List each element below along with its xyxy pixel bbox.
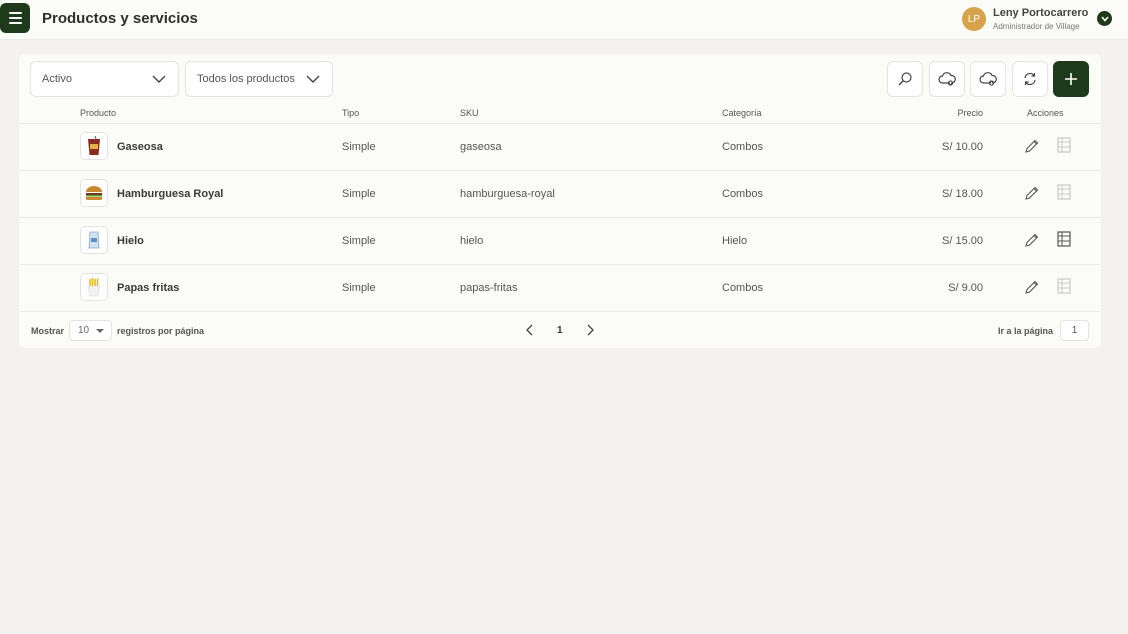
search-icon: [898, 72, 912, 86]
table-header: Producto Tipo SKU Categoría Precio Accio…: [19, 104, 1101, 124]
inventory-icon[interactable]: [1057, 137, 1071, 153]
goto-page-label: Ir a la página: [998, 326, 1054, 336]
column-header-product[interactable]: Producto: [80, 108, 116, 118]
product-price: S/ 18.00: [942, 188, 983, 200]
product-sku: hielo: [460, 235, 484, 247]
chevron-left-icon[interactable]: [525, 324, 535, 336]
products-card: Activo Todos los productos Producto Tipo…: [19, 54, 1101, 348]
product-sku: gaseosa: [460, 141, 502, 153]
add-product-button[interactable]: [1053, 61, 1089, 97]
inventory-icon[interactable]: [1057, 231, 1071, 247]
chevron-down-icon: [306, 75, 320, 83]
column-header-category[interactable]: Categoría: [722, 108, 762, 118]
product-type: Simple: [342, 188, 376, 200]
product-sku: hamburguesa-royal: [460, 188, 555, 200]
show-label: Mostrar: [31, 326, 65, 336]
product-name[interactable]: Hamburguesa Royal: [117, 188, 223, 200]
burger-icon: [86, 186, 102, 201]
column-header-type[interactable]: Tipo: [342, 108, 359, 118]
product-category: Combos: [722, 141, 763, 153]
product-type: Simple: [342, 141, 376, 153]
table-row[interactable]: Hielo Simple hielo Hielo S/ 15.00: [19, 218, 1101, 265]
product-name[interactable]: Hielo: [117, 235, 144, 247]
product-name[interactable]: Gaseosa: [117, 141, 163, 153]
product-thumbnail: [80, 179, 108, 207]
search-button[interactable]: [887, 61, 923, 97]
product-thumbnail: [80, 273, 108, 301]
cloud-upload-icon: [938, 72, 956, 86]
product-thumbnail: [80, 132, 108, 160]
page-size-select[interactable]: 10: [69, 320, 112, 341]
product-category: Combos: [722, 282, 763, 294]
column-header-sku[interactable]: SKU: [460, 108, 479, 118]
import-button[interactable]: [929, 61, 965, 97]
product-category: Combos: [722, 188, 763, 200]
product-type: Simple: [342, 282, 376, 294]
chevron-right-icon[interactable]: [585, 324, 595, 336]
product-price: S/ 9.00: [948, 282, 983, 294]
product-price: S/ 15.00: [942, 235, 983, 247]
top-bar: Productos y servicios LP Leny Portocarre…: [0, 0, 1128, 40]
plus-icon: [1065, 73, 1077, 85]
pagination-bar: Mostrar 10 registros por página 1 Ir a l…: [19, 319, 1101, 341]
page-title: Productos y servicios: [42, 10, 198, 27]
product-thumbnail: [80, 226, 108, 254]
inventory-icon[interactable]: [1057, 184, 1071, 200]
product-type: Simple: [342, 235, 376, 247]
user-menu-chevron-icon[interactable]: [1097, 11, 1112, 26]
edit-pencil-icon[interactable]: [1024, 185, 1040, 201]
hamburger-icon: [8, 12, 22, 14]
status-filter-value: Activo: [42, 73, 72, 85]
cloud-download-icon: [979, 72, 997, 86]
fries-icon: [87, 278, 101, 297]
table-row[interactable]: Gaseosa Simple gaseosa Combos S/ 10.00: [19, 124, 1101, 171]
inventory-icon[interactable]: [1057, 278, 1071, 294]
column-header-price[interactable]: Precio: [957, 108, 983, 118]
per-page-label: registros por página: [117, 326, 205, 336]
soda-cup-icon: [88, 136, 100, 155]
refresh-icon: [1024, 72, 1036, 86]
product-name[interactable]: Papas fritas: [117, 282, 179, 294]
product-category: Hielo: [722, 235, 748, 247]
status-filter-select[interactable]: Activo: [30, 61, 179, 97]
edit-pencil-icon[interactable]: [1024, 279, 1040, 295]
caret-down-icon: [96, 329, 104, 333]
refresh-button[interactable]: [1012, 61, 1048, 97]
column-header-actions: Acciones: [1027, 108, 1064, 118]
export-button[interactable]: [970, 61, 1006, 97]
menu-button[interactable]: [0, 3, 30, 33]
page-size-value: 10: [78, 325, 90, 336]
product-type-filter-select[interactable]: Todos los productos: [185, 61, 333, 97]
product-type-filter-value: Todos los productos: [197, 73, 295, 85]
table-row[interactable]: Papas fritas Simple papas-fritas Combos …: [19, 265, 1101, 312]
product-sku: papas-fritas: [460, 282, 518, 294]
avatar[interactable]: LP: [962, 7, 986, 31]
edit-pencil-icon[interactable]: [1024, 232, 1040, 248]
goto-page-input[interactable]: 1: [1060, 320, 1089, 341]
edit-pencil-icon[interactable]: [1024, 138, 1040, 154]
user-role: Administrador de Village: [993, 22, 1080, 31]
chevron-down-icon: [152, 75, 166, 83]
product-price: S/ 10.00: [942, 141, 983, 153]
ice-bag-icon: [88, 231, 100, 249]
current-page[interactable]: 1: [557, 325, 563, 336]
user-name[interactable]: Leny Portocarrero: [993, 7, 1088, 19]
table-row[interactable]: Hamburguesa Royal Simple hamburguesa-roy…: [19, 171, 1101, 218]
